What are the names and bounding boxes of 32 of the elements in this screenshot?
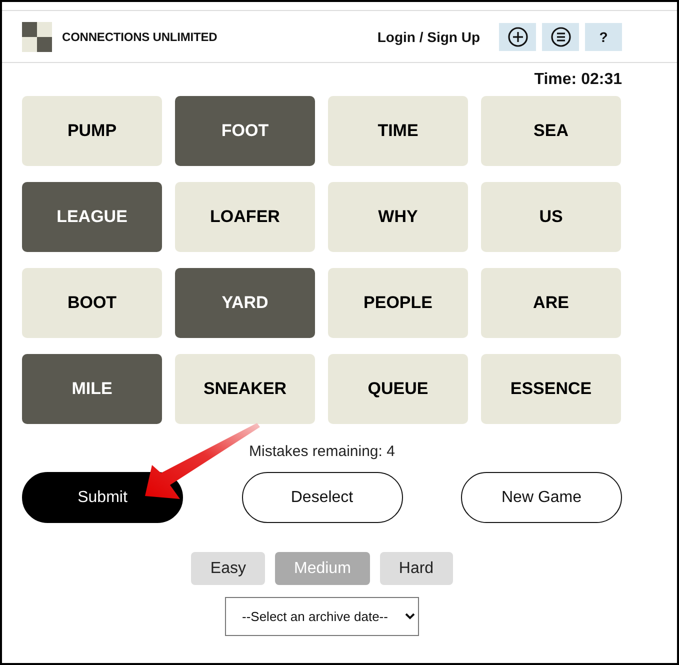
word-tile[interactable]: TIME xyxy=(328,96,468,166)
word-tile[interactable]: LEAGUE xyxy=(22,182,162,252)
logo-icon xyxy=(22,22,52,52)
word-tile[interactable]: WHY xyxy=(328,182,468,252)
difficulty-button[interactable]: Hard xyxy=(380,552,453,585)
help-button[interactable]: ? xyxy=(585,22,622,50)
word-tile[interactable]: SEA xyxy=(481,96,621,166)
action-button[interactable]: Submit xyxy=(22,472,183,523)
menu-button[interactable] xyxy=(542,22,579,50)
timer-text: Time: 02:31 xyxy=(534,71,622,89)
word-tile[interactable]: US xyxy=(481,182,621,252)
word-tile[interactable]: PUMP xyxy=(22,96,162,166)
archive-date-select[interactable]: --Select an archive date-- xyxy=(225,597,419,636)
word-tile[interactable]: PEOPLE xyxy=(328,268,468,338)
word-tile[interactable]: YARD xyxy=(175,268,315,338)
mistakes-text: Mistakes remaining: 4 xyxy=(248,443,396,461)
word-tile[interactable]: ARE xyxy=(481,268,621,338)
site-title: CONNECTIONS UNLIMITED xyxy=(62,30,218,44)
word-tile[interactable]: SNEAKER xyxy=(175,354,315,424)
plus-circle-icon xyxy=(508,26,528,46)
login-link[interactable]: Login / Sign Up xyxy=(377,28,480,44)
word-tile[interactable]: QUEUE xyxy=(328,354,468,424)
word-tile[interactable]: ESSENCE xyxy=(481,354,621,424)
word-tile[interactable]: BOOT xyxy=(22,268,162,338)
action-button[interactable]: New Game xyxy=(461,472,622,523)
word-tile[interactable]: MILE xyxy=(22,354,162,424)
action-button[interactable]: Deselect xyxy=(242,472,402,523)
word-tile[interactable]: FOOT xyxy=(175,96,315,166)
add-button[interactable] xyxy=(499,22,536,50)
menu-circle-icon xyxy=(550,26,570,46)
word-tile[interactable]: LOAFER xyxy=(175,182,315,252)
difficulty-button[interactable]: Easy xyxy=(191,552,265,585)
